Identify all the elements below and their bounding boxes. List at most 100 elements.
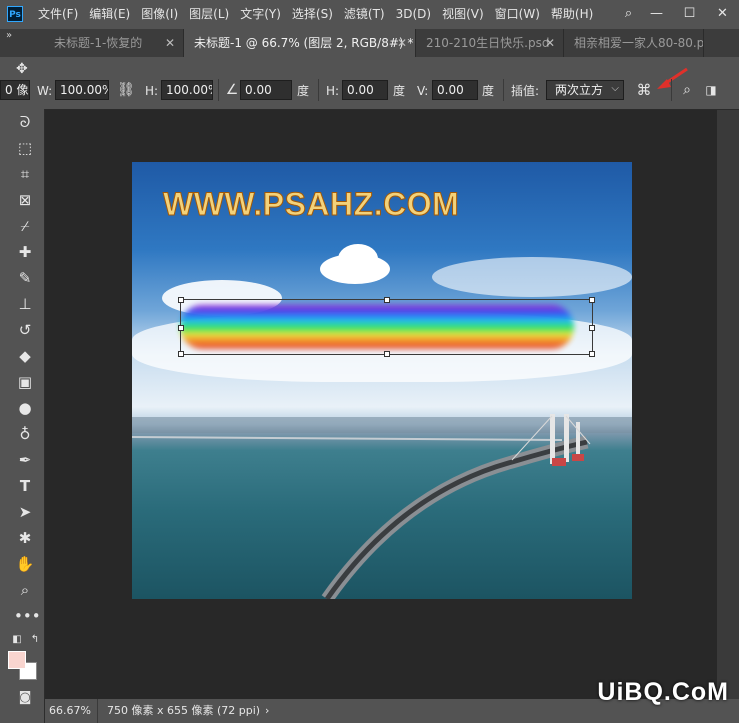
- close-tab-icon[interactable]: ✕: [397, 29, 407, 57]
- vskew-unit: 度: [482, 84, 495, 98]
- menu-help[interactable]: 帮助(H): [551, 0, 593, 29]
- search-icon[interactable]: ⌕: [617, 0, 640, 29]
- menu-filter[interactable]: 滤镜(T): [344, 0, 385, 29]
- menubar: Ps 文件(F) 编辑(E) 图像(I) 图层(L) 文字(Y) 选择(S) 滤…: [0, 0, 739, 29]
- path-selection-icon[interactable]: ➤: [14, 501, 36, 523]
- w-label: W:: [37, 84, 53, 98]
- document-info: 750 像素 x 655 像素 (72 ppi): [107, 704, 261, 717]
- transform-bounding-box[interactable]: [178, 297, 595, 357]
- close-button[interactable]: ✕: [706, 0, 739, 29]
- object-selection-icon[interactable]: ⬚: [14, 137, 36, 159]
- zoom-level[interactable]: 66.67%: [49, 699, 91, 723]
- gradient-icon[interactable]: ▣: [14, 371, 36, 393]
- transform-handle-top-left[interactable]: [178, 297, 184, 303]
- history-brush-icon[interactable]: ↺: [14, 319, 36, 341]
- transform-handle-bottom[interactable]: [384, 351, 390, 357]
- type-tool-icon[interactable]: T: [14, 475, 36, 497]
- panel-toggle-icon[interactable]: ◨: [700, 80, 722, 100]
- quick-mask-icon[interactable]: ◙: [14, 687, 36, 709]
- eraser-icon[interactable]: ◆: [14, 345, 36, 367]
- menu-select[interactable]: 选择(S): [292, 0, 333, 29]
- blur-icon[interactable]: ●: [14, 397, 36, 419]
- transform-handle-bottom-left[interactable]: [178, 351, 184, 357]
- menu-image[interactable]: 图像(I): [141, 0, 178, 29]
- lasso-icon[interactable]: ᘐ: [14, 111, 36, 133]
- more-tools-icon[interactable]: •••: [14, 605, 41, 627]
- horizontal-skew-field[interactable]: 0.00: [342, 80, 388, 100]
- divider: [503, 79, 504, 101]
- interpolation-select[interactable]: 两次立方 ⌵: [546, 80, 624, 100]
- document-image[interactable]: WWW.PSAHZ.COM: [132, 162, 632, 599]
- zoom-icon[interactable]: ⌕: [14, 579, 36, 601]
- custom-shape-icon[interactable]: ✱: [14, 527, 36, 549]
- menu-window[interactable]: 窗口(W): [495, 0, 540, 29]
- swap-colors-icon[interactable]: ↰: [24, 629, 46, 651]
- foreground-color-swatch[interactable]: [8, 651, 26, 669]
- width-field[interactable]: 100.00%: [55, 80, 109, 100]
- move-tool-icon[interactable]: ✥: [16, 61, 28, 77]
- menu-3d[interactable]: 3D(D): [396, 0, 431, 29]
- transform-handle-top[interactable]: [384, 297, 390, 303]
- hskew-unit: 度: [393, 84, 406, 98]
- tab-family[interactable]: 相亲相爱一家人80-80.p: [564, 29, 704, 57]
- menu-edit[interactable]: 编辑(E): [89, 0, 130, 29]
- minimize-button[interactable]: —: [640, 0, 673, 29]
- window-controls: ⌕ — ☐ ✕: [617, 0, 739, 29]
- close-tab-icon[interactable]: ✕: [165, 29, 175, 57]
- brush-icon[interactable]: ✎: [14, 267, 36, 289]
- transform-handle-right[interactable]: [589, 325, 595, 331]
- menu-type[interactable]: 文字(Y): [240, 0, 281, 29]
- frame-icon[interactable]: ⊠: [14, 189, 36, 211]
- interpolation-label: 插值:: [511, 84, 540, 98]
- tab-label: 相亲相爱一家人80-80.p: [574, 36, 704, 50]
- options-bar: ✥ 0 像 W: 100.00% ⛓ H: 100.00% ∠ 0.00 度 H…: [0, 57, 739, 110]
- close-tab-icon[interactable]: ✕: [545, 29, 555, 57]
- document-tabs: » 未标题-1-恢复的 ✕ 未标题-1 @ 66.7% (图层 2, RGB/8…: [0, 29, 739, 58]
- tab-label: 未标题-1 @ 66.7% (图层 2, RGB/8#) *: [194, 36, 414, 50]
- tab-label: 未标题-1-恢复的: [54, 36, 143, 50]
- chevron-down-icon: ⌵: [611, 83, 619, 94]
- tab-untitled-active[interactable]: 未标题-1 @ 66.7% (图层 2, RGB/8#) * ✕: [184, 29, 416, 57]
- rotate-field[interactable]: 0.00: [240, 80, 292, 100]
- divider: [97, 699, 98, 723]
- vertical-skew-field[interactable]: 0.00: [432, 80, 478, 100]
- main-menu: 文件(F) 编辑(E) 图像(I) 图层(L) 文字(Y) 选择(S) 滤镜(T…: [38, 0, 604, 29]
- divider: [218, 79, 219, 101]
- watermark-text: WWW.PSAHZ.COM: [162, 186, 460, 223]
- tab-recovered[interactable]: 未标题-1-恢复的 ✕: [44, 29, 184, 57]
- tools-panel: ᘐ ⬚ ⌗ ⊠ ⌿ ✚ ✎ ⊥ ↺ ◆ ▣ ● ♁ ✒ T ➤ ✱ ✋ ⌕ ••…: [0, 109, 45, 723]
- menu-file[interactable]: 文件(F): [38, 0, 78, 29]
- angle-unit: 度: [297, 84, 310, 98]
- menu-layer[interactable]: 图层(L): [189, 0, 229, 29]
- clone-stamp-icon[interactable]: ⊥: [14, 293, 36, 315]
- divider: [318, 79, 319, 101]
- h-label: H:: [145, 84, 159, 98]
- interpolation-value: 两次立方: [555, 83, 604, 97]
- tab-label: 210-210生日快乐.psd: [426, 36, 550, 50]
- healing-brush-icon[interactable]: ✚: [14, 241, 36, 263]
- tab-birthday-psd[interactable]: 210-210生日快乐.psd ✕: [416, 29, 564, 57]
- link-icon[interactable]: ⛓: [115, 80, 137, 100]
- menu-view[interactable]: 视图(V): [442, 0, 484, 29]
- bridge-illustration: [132, 414, 591, 599]
- photoshop-logo: Ps: [7, 6, 23, 22]
- reference-point-field[interactable]: 0 像: [0, 80, 30, 100]
- divider: [671, 79, 672, 101]
- transform-handle-top-right[interactable]: [589, 297, 595, 303]
- crop-icon[interactable]: ⌗: [14, 163, 36, 185]
- vertical-scrollbar[interactable]: [717, 110, 739, 699]
- panel-collapse-icon[interactable]: »: [6, 29, 12, 43]
- status-menu-arrow[interactable]: ›: [265, 699, 269, 723]
- eyedropper-icon[interactable]: ⌿: [14, 215, 36, 237]
- transform-handle-bottom-right[interactable]: [589, 351, 595, 357]
- pen-icon[interactable]: ✒: [14, 449, 36, 471]
- height-field[interactable]: 100.00%: [161, 80, 213, 100]
- transform-handle-left[interactable]: [178, 325, 184, 331]
- hskew-label: H:: [326, 84, 340, 98]
- dodge-icon[interactable]: ♁: [14, 423, 36, 445]
- search-icon[interactable]: ⌕: [676, 80, 698, 100]
- maximize-button[interactable]: ☐: [673, 0, 706, 29]
- warp-mode-icon[interactable]: ⌘: [633, 80, 655, 100]
- vskew-label: V:: [417, 84, 429, 98]
- hand-icon[interactable]: ✋: [14, 553, 36, 575]
